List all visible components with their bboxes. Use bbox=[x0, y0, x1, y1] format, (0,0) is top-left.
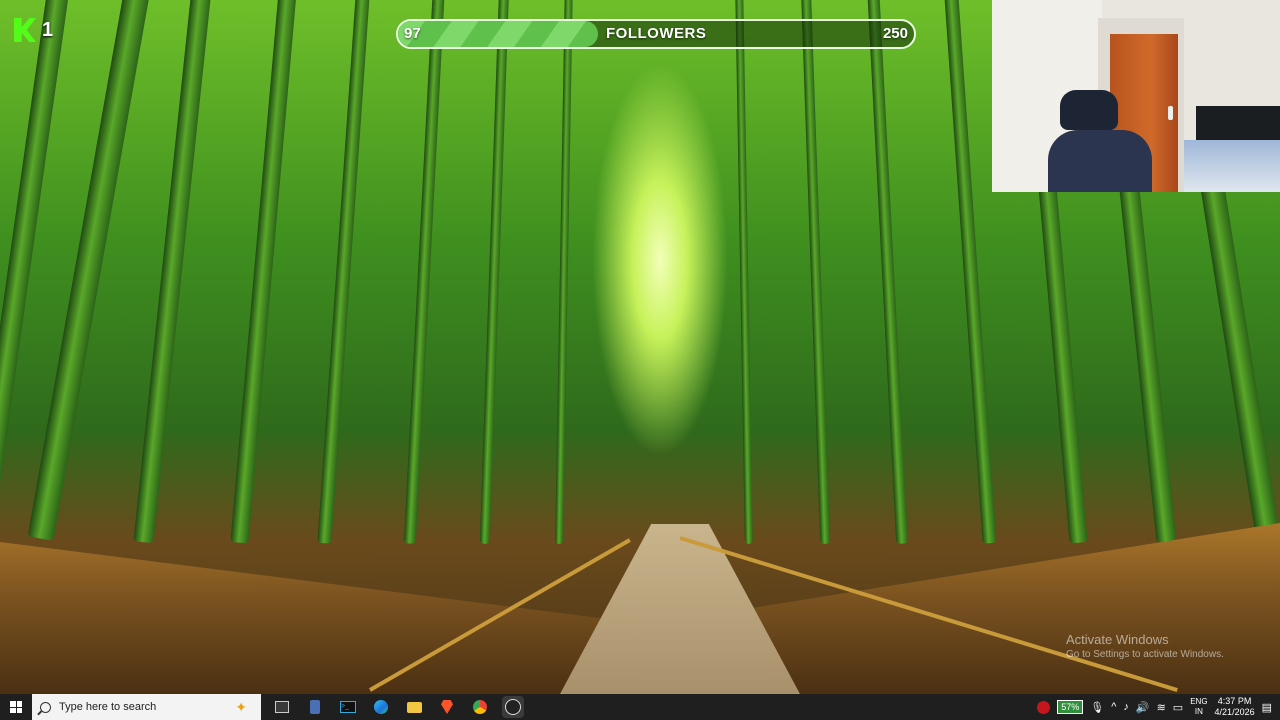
system-tray: 57% 🎙 ^ ♪ 🔊 ≋ ▭ ENG IN 4:37 PM 4/21/2026… bbox=[1037, 694, 1280, 720]
battery-icon[interactable]: ▭ bbox=[1173, 701, 1183, 714]
task-view-icon[interactable] bbox=[271, 696, 293, 718]
volume-icon[interactable]: 🔊 bbox=[1136, 701, 1150, 714]
bamboo-stalk bbox=[863, 0, 909, 544]
webcam-desk-items bbox=[1184, 140, 1280, 192]
chevron-up-icon[interactable]: ^ bbox=[1111, 701, 1116, 713]
stream-ticker: 1 bbox=[14, 18, 53, 42]
activate-windows-watermark: Activate Windows Go to Settings to activ… bbox=[1066, 632, 1224, 660]
file-explorer-icon[interactable] bbox=[403, 696, 425, 718]
search-icon bbox=[40, 701, 51, 713]
microphone-tray-icon[interactable]: ♪ bbox=[1123, 701, 1129, 713]
kick-logo-icon bbox=[14, 18, 36, 42]
terminal-icon[interactable]: >_ bbox=[337, 696, 359, 718]
taskbar: Type here to search ✦ >_ 57% 🎙 ^ ♪ 🔊 ≋ ▭… bbox=[0, 694, 1280, 720]
bamboo-stalk bbox=[799, 0, 831, 544]
webcam-chair-back bbox=[1060, 90, 1118, 130]
ticker-count: 1 bbox=[42, 18, 54, 41]
language-indicator[interactable]: ENG IN bbox=[1190, 697, 1207, 717]
wifi-icon[interactable]: ≋ bbox=[1157, 701, 1166, 714]
language-line1: ENG bbox=[1190, 697, 1208, 706]
edge-icon[interactable] bbox=[370, 696, 392, 718]
bamboo-stalk bbox=[317, 0, 377, 544]
calculator-icon[interactable] bbox=[304, 696, 326, 718]
clock-time: 4:37 PM bbox=[1217, 696, 1252, 706]
tray-app-icon[interactable] bbox=[1037, 700, 1051, 714]
watermark-title: Activate Windows bbox=[1066, 632, 1169, 647]
search-placeholder: Type here to search bbox=[59, 701, 157, 713]
grass-left bbox=[0, 542, 600, 694]
follower-goal-bar: 97 FOLLOWERS 250 bbox=[396, 19, 916, 49]
start-button[interactable] bbox=[0, 694, 32, 720]
clock-date: 4/21/2026 bbox=[1214, 707, 1255, 717]
pinned-apps: >_ bbox=[271, 696, 524, 718]
microphone-icon[interactable]: 🎙 bbox=[1090, 701, 1104, 714]
bamboo-stalk bbox=[735, 0, 753, 545]
obs-icon[interactable] bbox=[502, 696, 524, 718]
webcam-door-knob bbox=[1168, 106, 1173, 120]
language-line2: IN bbox=[1194, 707, 1203, 716]
bamboo-stalk bbox=[403, 0, 449, 544]
webcam-chair bbox=[1048, 130, 1152, 192]
search-highlights-icon: ✦ bbox=[235, 699, 247, 715]
battery-indicator[interactable]: 57% bbox=[1057, 700, 1084, 714]
windows-logo-icon bbox=[10, 701, 22, 713]
bamboo-stalk bbox=[555, 0, 573, 545]
bamboo-stalk bbox=[937, 0, 997, 544]
goal-target: 250 bbox=[882, 25, 908, 42]
notifications-icon[interactable]: ▤ bbox=[1262, 701, 1272, 714]
brave-icon[interactable] bbox=[436, 696, 458, 718]
clock[interactable]: 4:37 PM 4/21/2026 bbox=[1215, 696, 1255, 718]
bamboo-stalk bbox=[133, 0, 227, 544]
chrome-icon[interactable] bbox=[469, 696, 491, 718]
taskbar-search-box[interactable]: Type here to search ✦ bbox=[32, 694, 261, 720]
bamboo-stalk bbox=[479, 0, 511, 544]
goal-current: 97 bbox=[404, 25, 421, 42]
bamboo-stalk bbox=[230, 0, 308, 544]
watermark-subtitle: Go to Settings to activate Windows. bbox=[1066, 649, 1224, 660]
goal-progress-fill bbox=[398, 21, 599, 47]
goal-label: FOLLOWERS bbox=[606, 25, 707, 42]
